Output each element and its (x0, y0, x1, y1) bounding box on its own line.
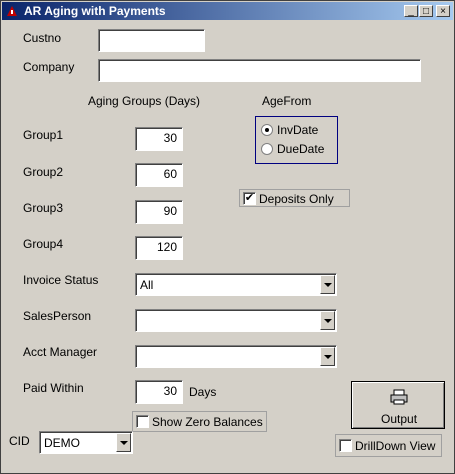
chevron-down-icon[interactable] (320, 311, 335, 330)
printer-icon (390, 389, 408, 405)
group4-label: Group4 (23, 237, 64, 251)
cid-label: CID (9, 434, 30, 448)
window-title: AR Aging with Payments (24, 4, 166, 18)
company-label: Company (23, 60, 75, 74)
group1-input[interactable]: 30 (135, 127, 183, 151)
group2-label: Group2 (23, 165, 64, 179)
company-input[interactable] (98, 59, 421, 82)
group3-label: Group3 (23, 201, 64, 215)
close-icon: × (440, 6, 446, 17)
invdate-label: InvDate (277, 123, 319, 137)
show-zero-label: Show Zero Balances (152, 415, 263, 429)
invoice-status-value: All (140, 278, 154, 292)
invoice-status-select[interactable]: All (135, 273, 337, 296)
minimize-icon: _ (408, 6, 414, 17)
maximize-icon: □ (422, 6, 430, 17)
group2-input[interactable]: 60 (135, 163, 183, 187)
aging-groups-header: Aging Groups (Days) (88, 94, 201, 108)
deposits-only-checkbox[interactable]: ✔ (243, 192, 256, 205)
title-bar: AR Aging with Payments _ □ × (2, 2, 453, 20)
drilldown-checkbox[interactable] (339, 439, 352, 452)
agefrom-group: InvDate DueDate (255, 116, 338, 164)
drilldown-frame: DrillDown View (335, 434, 442, 457)
custno-input[interactable] (98, 29, 205, 52)
output-button[interactable]: Output (351, 381, 445, 429)
paid-within-input[interactable]: 30 (135, 380, 183, 404)
paid-within-unit: Days (189, 385, 217, 399)
app-icon (7, 6, 17, 16)
salesperson-label: SalesPerson (23, 309, 92, 323)
chevron-down-icon[interactable] (116, 433, 131, 452)
show-zero-frame: Show Zero Balances (132, 411, 267, 432)
acct-manager-label: Acct Manager (23, 345, 98, 359)
deposits-only-label: Deposits Only (259, 192, 334, 206)
acct-manager-select[interactable] (135, 345, 337, 368)
duedate-radio[interactable] (261, 143, 273, 155)
output-button-label: Output (381, 412, 418, 426)
group1-label: Group1 (23, 128, 64, 142)
cid-value: DEMO (44, 436, 80, 450)
chevron-down-icon[interactable] (320, 347, 335, 366)
paid-within-label: Paid Within (23, 381, 84, 395)
salesperson-select[interactable] (135, 309, 337, 332)
group4-input[interactable]: 120 (135, 236, 183, 260)
invdate-radio[interactable] (261, 124, 273, 136)
group3-input[interactable]: 90 (135, 200, 183, 224)
drilldown-label: DrillDown View (355, 439, 436, 453)
minimize-button[interactable]: _ (404, 5, 418, 17)
duedate-label: DueDate (277, 142, 325, 156)
show-zero-checkbox[interactable] (136, 415, 149, 428)
chevron-down-icon[interactable] (320, 275, 335, 294)
close-button[interactable]: × (436, 5, 450, 17)
deposits-only-frame: ✔ Deposits Only (239, 189, 350, 207)
ar-aging-window: AR Aging with Payments _ □ × Custno Comp… (0, 0, 455, 474)
cid-select[interactable]: DEMO (39, 431, 133, 454)
maximize-button[interactable]: □ (419, 5, 433, 17)
invoice-status-label: Invoice Status (23, 273, 99, 287)
agefrom-header: AgeFrom (262, 94, 312, 108)
custno-label: Custno (23, 31, 62, 45)
